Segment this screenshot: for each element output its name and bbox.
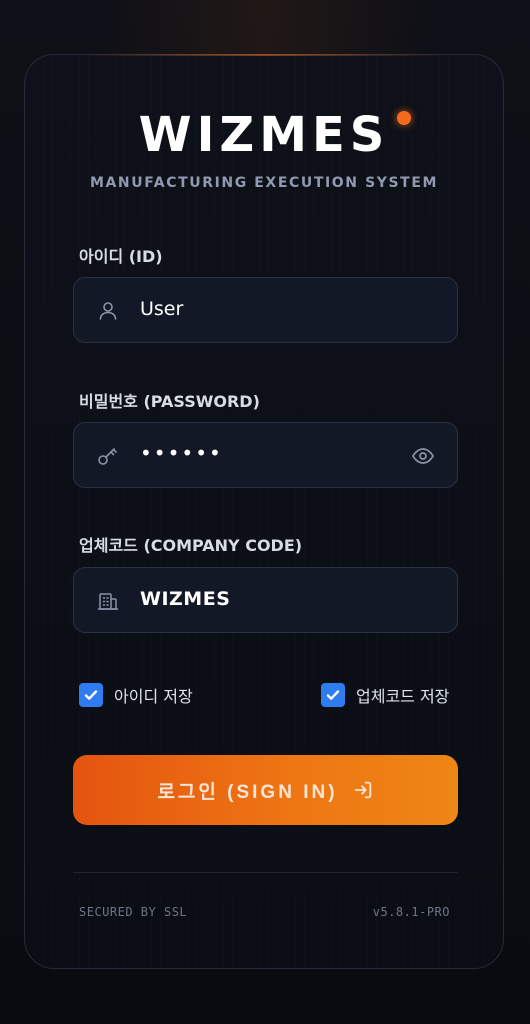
password-value[interactable]: •••••• xyxy=(140,441,223,465)
eye-icon[interactable] xyxy=(411,444,435,468)
version-label: v5.8.1-PRO xyxy=(372,905,450,919)
sign-in-button[interactable]: 로그인 (SIGN IN) xyxy=(73,755,458,825)
id-field[interactable]: User xyxy=(73,277,458,343)
save-id-option[interactable]: 아이디 저장 xyxy=(79,682,193,708)
security-note: SECURED BY SSL xyxy=(79,905,188,919)
save-id-label[interactable]: 아이디 저장 xyxy=(114,683,193,707)
save-company-code-label[interactable]: 업체코드 저장 xyxy=(356,683,449,707)
login-card: WIZMES MANUFACTURING EXECUTION SYSTEM 아이… xyxy=(24,54,504,969)
id-value[interactable]: User xyxy=(140,298,183,320)
save-company-code-option[interactable]: 업체코드 저장 xyxy=(321,682,449,708)
logo-text: WIZMES xyxy=(138,107,390,163)
sign-in-label: 로그인 (SIGN IN) xyxy=(157,781,338,803)
building-icon xyxy=(97,593,119,610)
user-icon xyxy=(99,302,117,320)
company-code-value[interactable]: WIZMES xyxy=(140,588,230,610)
save-company-code-checkbox[interactable] xyxy=(321,683,345,707)
checkmark-icon xyxy=(84,690,98,700)
card-top-glow xyxy=(85,54,443,56)
checkmark-icon xyxy=(326,690,340,700)
company-code-field[interactable]: WIZMES xyxy=(73,567,458,633)
footer-divider xyxy=(73,872,458,873)
app-subtitle: MANUFACTURING EXECUTION SYSTEM xyxy=(89,175,439,191)
password-field[interactable]: •••••• xyxy=(73,422,458,488)
id-label: 아이디 (ID) xyxy=(79,247,163,266)
logo-row: WIZMES xyxy=(25,107,503,163)
sign-in-arrow-icon xyxy=(354,781,371,799)
key-icon xyxy=(98,448,117,465)
password-label: 비밀번호 (PASSWORD) xyxy=(79,392,260,411)
logo-dot xyxy=(397,111,412,125)
company-code-label: 업체코드 (COMPANY CODE) xyxy=(79,536,303,555)
save-id-checkbox[interactable] xyxy=(79,683,103,707)
logo: WIZMES xyxy=(138,107,412,163)
